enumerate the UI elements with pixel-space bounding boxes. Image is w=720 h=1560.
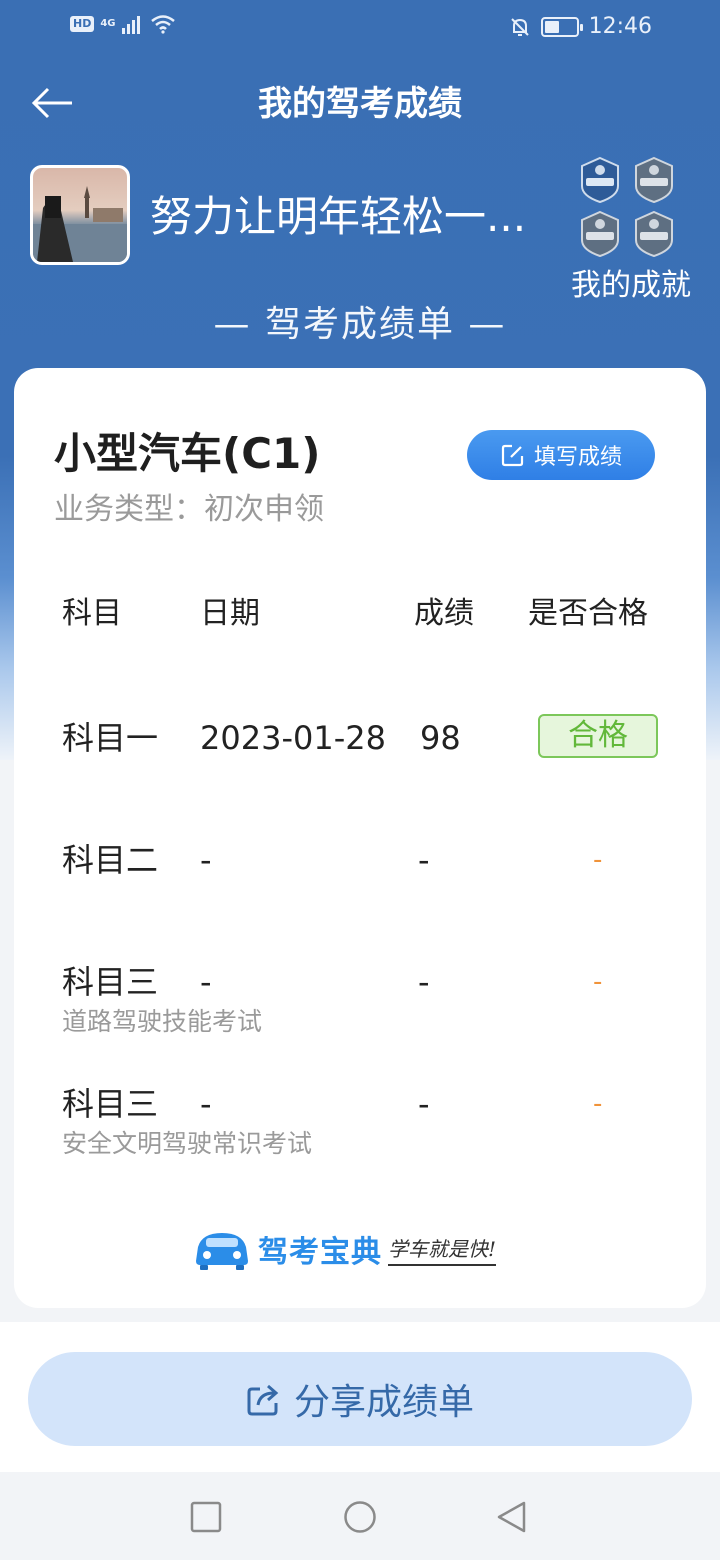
page-title: 我的驾考成绩 (258, 84, 462, 124)
row-score: 98 (420, 719, 461, 757)
row-subject: 科目三 (62, 1085, 159, 1123)
share-label: 分享成绩单 (293, 1382, 474, 1423)
column-date: 日期 (200, 596, 260, 631)
edit-icon (501, 444, 524, 467)
status-time: 12:46 (588, 14, 652, 39)
row-score: - (418, 841, 430, 879)
achievement-badge-icon (581, 210, 619, 258)
row-date: 2023-01-28 (200, 719, 386, 757)
row-pass: - (593, 967, 603, 997)
avatar-image (33, 186, 127, 262)
row-score: - (418, 1085, 430, 1123)
share-button[interactable]: 分享成绩单 (28, 1352, 692, 1446)
row-date: - (200, 1085, 212, 1123)
row-pass: - (593, 1089, 603, 1119)
row-subject: 科目一 (62, 719, 159, 757)
system-nav-bar (0, 1472, 720, 1560)
car-logo-icon (196, 1233, 248, 1270)
pass-status-badge: 合格 (538, 714, 658, 758)
username: 努力让明年轻松一... (150, 192, 527, 241)
avatar[interactable] (30, 165, 130, 265)
mute-icon (510, 17, 529, 36)
row-date: - (200, 963, 212, 1001)
recent-apps-icon[interactable] (189, 1500, 223, 1534)
table-row: 科目二 - - - (14, 836, 706, 936)
column-subject: 科目 (62, 596, 122, 631)
fill-score-button[interactable]: 填写成绩 (467, 430, 655, 480)
vehicle-type: 小型汽车(C1) (54, 429, 321, 478)
brand-slogan: 学车就是快! (388, 1233, 497, 1266)
business-type: 业务类型：初次申领 (54, 492, 324, 527)
table-row: 科目三 道路驾驶技能考试 - - - (14, 958, 706, 1058)
achievement-badge-icon (635, 156, 673, 204)
row-date: - (200, 841, 212, 879)
achievement-badge-icon (635, 210, 673, 258)
wifi-icon (150, 15, 175, 34)
row-subject: 科目二 (62, 841, 159, 879)
row-subject: 科目三 (62, 963, 159, 1001)
signal-icon (121, 16, 140, 34)
row-score: - (418, 963, 430, 1001)
row-subject-desc: 安全文明驾驶常识考试 (62, 1129, 313, 1158)
status-right: 12:46 (509, 14, 652, 39)
table-row: 科目三 安全文明驾驶常识考试 - - - (14, 1080, 706, 1180)
hd-badge: HD (70, 16, 95, 32)
share-area: 分享成绩单 (0, 1322, 720, 1472)
column-pass: 是否合格 (528, 596, 648, 631)
back-nav-icon[interactable] (495, 1500, 529, 1534)
achievement-badges[interactable] (576, 156, 680, 260)
brand-name: 驾考宝典 (258, 1235, 382, 1270)
column-score: 成绩 (414, 596, 474, 631)
status-bar: HD 4G 12:46 (0, 0, 720, 56)
score-card: 小型汽车(C1) 业务类型：初次申领 填写成绩 科目 日期 成绩 是否合格 科目… (14, 368, 706, 1308)
fill-score-label: 填写成绩 (533, 445, 622, 470)
brand-logo: 驾考宝典 学车就是快! (192, 1224, 532, 1274)
achievement-badge-icon (581, 156, 619, 204)
sheet-title: — 驾考成绩单 — (213, 304, 507, 345)
row-pass: - (593, 845, 603, 875)
home-icon[interactable] (343, 1500, 377, 1534)
row-subject-desc: 道路驾驶技能考试 (62, 1007, 263, 1036)
battery-icon (540, 16, 583, 37)
status-left: HD 4G (70, 14, 176, 34)
network-type: 4G (100, 18, 116, 29)
share-icon (247, 1384, 279, 1416)
